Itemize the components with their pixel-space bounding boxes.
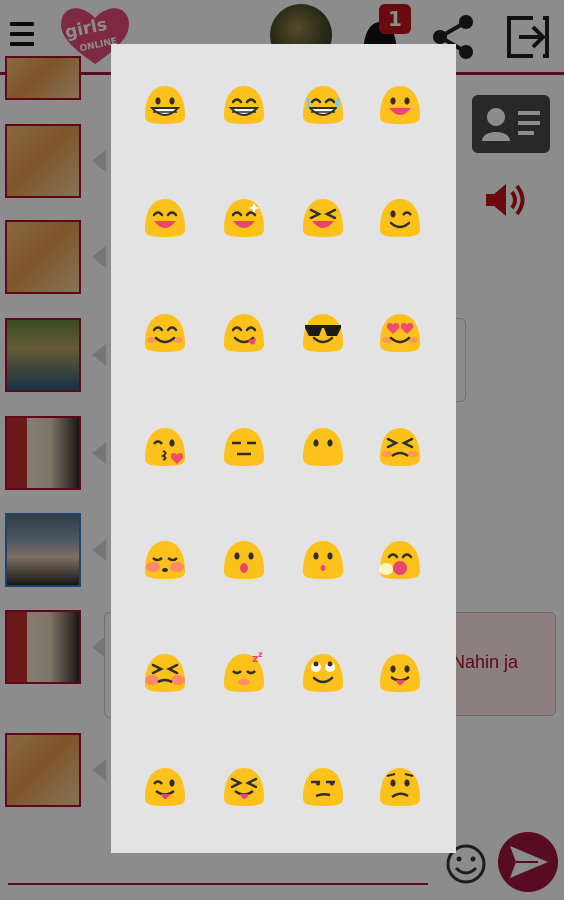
emoji-open-mouth-icon[interactable] xyxy=(220,537,268,581)
emoji-yawn-icon[interactable] xyxy=(376,537,424,581)
emoji-sleepy-blush-icon[interactable] xyxy=(141,537,189,581)
emoji-tired-squint-icon[interactable] xyxy=(141,650,189,694)
emoji-unamused-icon[interactable] xyxy=(299,764,347,808)
emoji-persevere-icon[interactable] xyxy=(376,424,424,468)
emoji-laugh-closed-eyes-icon[interactable] xyxy=(141,195,189,239)
emoji-kiss-heart-icon[interactable] xyxy=(141,424,189,468)
emoji-squint-laugh-icon[interactable] xyxy=(299,195,347,239)
emoji-wink-icon[interactable] xyxy=(376,195,424,239)
emoji-tongue-squint-icon[interactable] xyxy=(220,764,268,808)
emoji-rolling-eyes-icon[interactable] xyxy=(299,650,347,694)
emoji-smile-sparkle-icon[interactable] xyxy=(220,195,268,239)
emoji-smile-open-icon[interactable] xyxy=(376,82,424,126)
emoji-hushed-icon[interactable] xyxy=(299,537,347,581)
emoji-heart-eyes-icon[interactable] xyxy=(376,310,424,354)
emoji-grin-sweat-icon[interactable] xyxy=(299,82,347,126)
emoji-tongue-out-icon[interactable] xyxy=(376,650,424,694)
emoji-cool-sunglasses-icon[interactable] xyxy=(299,310,347,354)
emoji-expressionless-icon[interactable] xyxy=(220,424,268,468)
emoji-blush-smile-icon[interactable] xyxy=(141,310,189,354)
emoji-grin-teeth-icon[interactable] xyxy=(141,82,189,126)
emoji-grin-squint-icon[interactable] xyxy=(220,82,268,126)
emoji-no-mouth-icon[interactable] xyxy=(299,424,347,468)
emoji-tongue-wink-icon[interactable] xyxy=(141,764,189,808)
emoji-yum-tongue-icon[interactable] xyxy=(220,310,268,354)
svg-text:z: z xyxy=(258,650,263,659)
emoji-sleeping-zzz-icon[interactable]: zz xyxy=(220,650,268,694)
emoji-confused-icon[interactable] xyxy=(376,764,424,808)
emoji-picker-panel: zz xyxy=(111,44,456,853)
